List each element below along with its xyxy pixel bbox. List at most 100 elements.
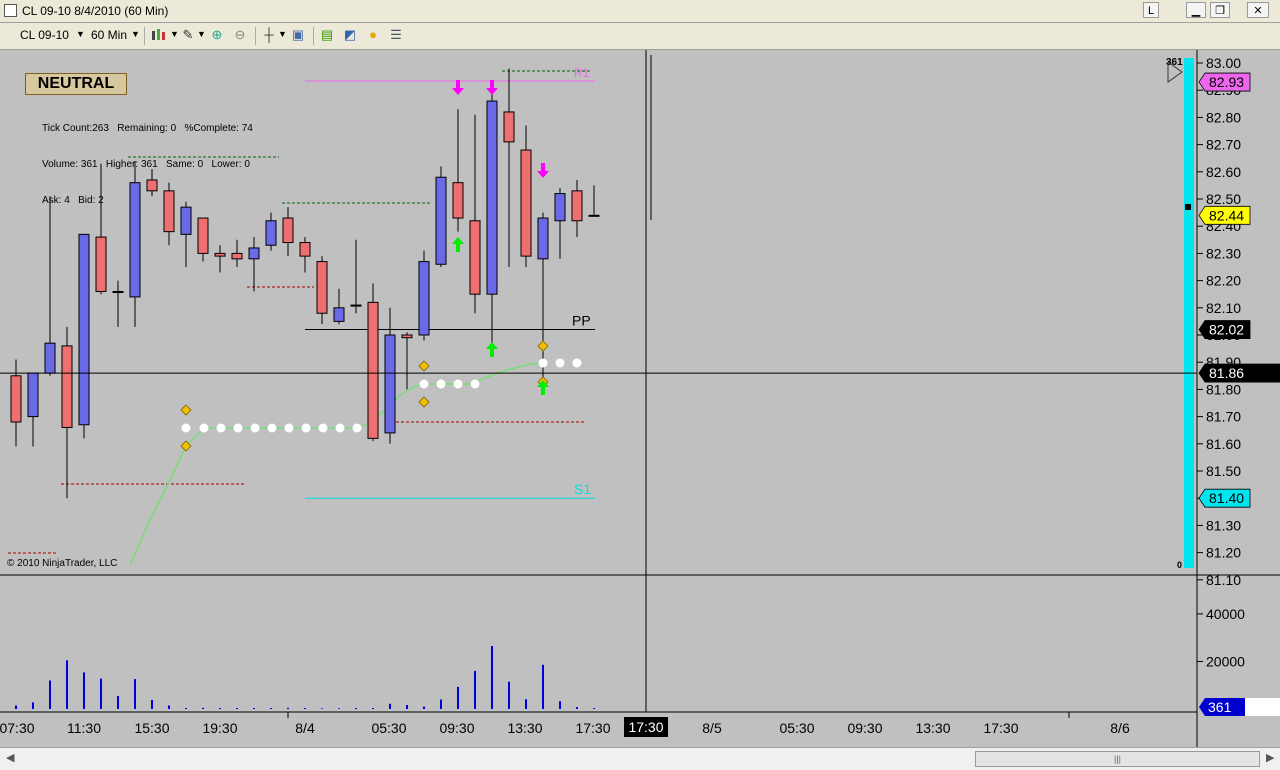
chevron-down-icon[interactable]: ▼ [76, 29, 85, 39]
candle-body [214, 252, 226, 257]
stats-line-3: Ask: 4 Bid: 2 [42, 195, 104, 206]
stop-dot [453, 379, 463, 389]
candle-body [231, 252, 243, 260]
scroll-thumb[interactable]: ||| [975, 751, 1260, 767]
volume-marker-label: 361 [1208, 699, 1232, 715]
candle-body [350, 304, 362, 307]
strategies-icon[interactable]: ● [365, 27, 381, 43]
candle-body [265, 220, 277, 246]
indicators-icon[interactable]: ◩ [342, 27, 358, 43]
candle-body [452, 182, 464, 219]
stop-dot [436, 379, 446, 389]
buy-arrow-icon [452, 237, 464, 252]
time-tick-label: 17:30 [983, 720, 1018, 736]
chevron-down-icon[interactable]: ▼ [170, 29, 179, 39]
candle-body [44, 342, 56, 374]
title-bar: CL 09-10 8/4/2010 (60 Min) L ▁ ❐ ✕ [0, 0, 1280, 23]
price-tick-label: 81.50 [1206, 463, 1241, 479]
candle-body [571, 190, 583, 222]
maximize-button[interactable]: ❐ [1210, 2, 1230, 18]
candle-body [27, 372, 39, 418]
interval-selector[interactable]: 60 Min [91, 28, 127, 42]
candle-body [333, 307, 345, 322]
properties-icon[interactable]: ▣ [290, 27, 306, 43]
price-tick-label: 82.70 [1206, 137, 1241, 153]
price-marker-label: 82.02 [1209, 322, 1244, 338]
signal-diamond [180, 404, 192, 416]
stats-line-1: Tick Count:263 Remaining: 0 %Complete: 7… [42, 123, 253, 134]
price-tick-label: 82.60 [1206, 164, 1241, 180]
time-tick-label: 05:30 [371, 720, 406, 736]
pivot-pp-label: PP [572, 313, 591, 329]
candle-body [418, 261, 430, 336]
stats-line-2: Volume: 361 Higher: 361 Same: 0 Lower: 0 [42, 159, 250, 170]
l-button[interactable]: L [1143, 2, 1159, 18]
draw-pencil-icon[interactable]: ✎ [180, 27, 196, 43]
price-tick-label: 81.30 [1206, 517, 1241, 533]
stop-dot [301, 423, 311, 433]
volume-marker-tail [1245, 698, 1280, 716]
scroll-left-icon[interactable]: ◀ [6, 751, 14, 764]
chart-area[interactable]: 361 0 PPS1R1 4000020000 83.0082.9082.808… [0, 50, 1280, 747]
zoom-in-icon[interactable]: ⊕ [209, 27, 225, 43]
time-tick-label: 05:30 [779, 720, 814, 736]
data-box-icon[interactable]: ☰ [388, 27, 404, 43]
time-tick-label: 09:30 [439, 720, 474, 736]
price-marker-label: 82.93 [1209, 74, 1244, 90]
bar-type-icon[interactable] [150, 27, 170, 43]
horizontal-scrollbar[interactable]: ◀ ||| ▶ [0, 747, 1280, 770]
stop-dot [538, 358, 548, 368]
price-marker-label: 81.40 [1209, 490, 1244, 506]
minimize-button[interactable]: ▁ [1186, 2, 1206, 18]
sell-arrow-icon [537, 163, 549, 178]
sell-arrow-icon [452, 80, 464, 95]
buy-arrow-icon [486, 342, 498, 357]
stop-dot [181, 423, 191, 433]
scroll-right-icon[interactable]: ▶ [1266, 751, 1274, 764]
data-series-icon[interactable]: ▤ [319, 27, 335, 43]
candle-body [78, 233, 90, 426]
pivot-s1-label: S1 [574, 481, 591, 497]
candle-body [248, 247, 260, 260]
price-marker-label: 82.44 [1209, 207, 1244, 223]
crosshair-time-label: 17:30 [628, 719, 663, 735]
price-tick-label: 81.70 [1206, 409, 1241, 425]
time-tick-label: 19:30 [202, 720, 237, 736]
stats-panel: Tick Count:263 Remaining: 0 %Complete: 7… [42, 99, 253, 231]
stop-dot [318, 423, 328, 433]
candle-body [486, 100, 498, 295]
stop-dot [216, 423, 226, 433]
candle-body [554, 193, 566, 222]
price-tick-label: 82.20 [1206, 273, 1241, 289]
price-marker-label: 81.86 [1209, 365, 1244, 381]
candle-body [520, 149, 532, 257]
chevron-down-icon[interactable]: ▼ [197, 29, 206, 39]
current-tick-marker [1185, 204, 1191, 210]
time-tick-label: 13:30 [507, 720, 542, 736]
zoom-out-icon[interactable]: ⊖ [232, 27, 248, 43]
pivot-r1-label: R1 [574, 66, 590, 80]
price-tick-label: 83.00 [1206, 55, 1241, 71]
price-tick-label: 81.10 [1206, 572, 1241, 588]
stop-dot [284, 423, 294, 433]
close-button[interactable]: ✕ [1247, 2, 1269, 18]
candle-body [299, 242, 311, 257]
chevron-down-icon[interactable]: ▼ [278, 29, 287, 39]
crosshair-icon[interactable]: ┼ [261, 27, 277, 43]
stop-dot [470, 379, 480, 389]
time-tick-label: 8/6 [1110, 720, 1130, 736]
stop-dot [267, 423, 277, 433]
instrument-selector[interactable]: CL 09-10 [20, 28, 69, 42]
time-tick-label: 07:30 [0, 720, 35, 736]
chevron-down-icon[interactable]: ▼ [131, 29, 140, 39]
price-tick-label: 82.50 [1206, 191, 1241, 207]
price-tick-label: 82.10 [1206, 300, 1241, 316]
stop-dot [419, 379, 429, 389]
candle-body [282, 217, 294, 244]
window-title: CL 09-10 8/4/2010 (60 Min) [22, 4, 169, 18]
candle-body [367, 301, 379, 439]
time-tick-label: 13:30 [915, 720, 950, 736]
bias-badge: NEUTRAL [25, 73, 127, 95]
trail-line [129, 362, 546, 566]
time-tick-label: 8/4 [295, 720, 315, 736]
